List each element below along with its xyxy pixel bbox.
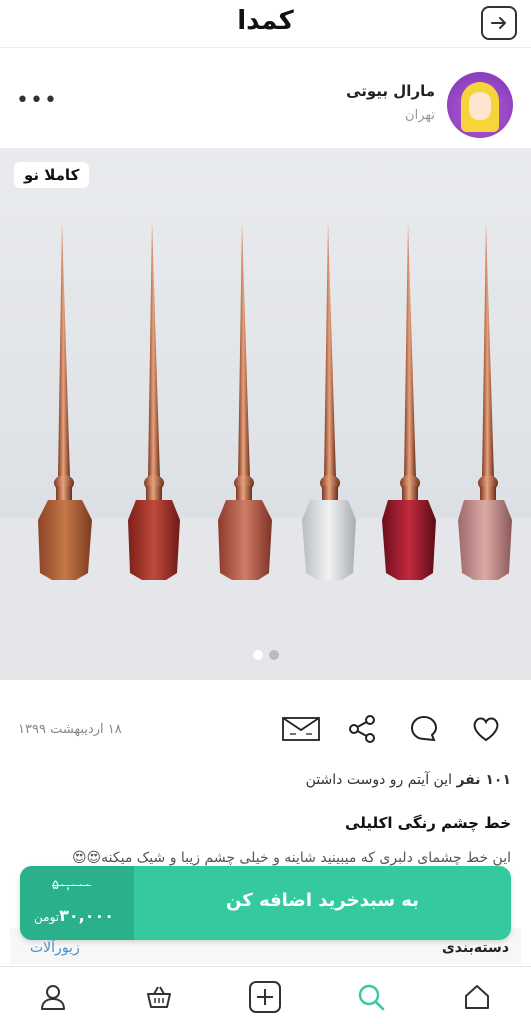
seller-name[interactable]: مارال بیوتی — [346, 82, 435, 100]
home-icon — [465, 985, 489, 1009]
seller-avatar[interactable] — [447, 72, 513, 138]
nav-basket[interactable] — [141, 981, 177, 1013]
add-to-cart-label: به سبدخرید اضافه کن — [226, 890, 419, 911]
nav-add[interactable] — [247, 981, 283, 1013]
profile-icon — [41, 985, 65, 1010]
comment-button[interactable] — [407, 712, 441, 746]
category-link[interactable]: زیورآلات — [30, 940, 80, 956]
share-icon — [349, 715, 375, 743]
post-actions: ۱۸ اردیبهشت ۱۳۹۹ — [0, 708, 531, 752]
nav-search[interactable] — [353, 981, 389, 1013]
post-date: ۱۸ اردیبهشت ۱۳۹۹ — [18, 722, 122, 737]
search-icon — [358, 984, 385, 1011]
add-icon — [249, 981, 281, 1013]
nav-profile[interactable] — [35, 981, 71, 1013]
comment-icon — [410, 715, 438, 742]
carousel-dot[interactable] — [252, 650, 263, 660]
add-to-cart-button[interactable]: ۵۰,۰۰۰ ۳۰,۰۰۰تومن به سبدخرید اضافه کن — [20, 866, 511, 940]
nav-home[interactable] — [459, 981, 495, 1013]
like-button[interactable] — [469, 712, 503, 746]
condition-badge: کاملا نو — [14, 162, 90, 188]
price-box: ۵۰,۰۰۰ ۳۰,۰۰۰تومن — [20, 866, 134, 940]
bottom-navigation — [0, 966, 531, 1024]
seller-city: تهران — [405, 108, 435, 123]
currency-label: تومن — [34, 910, 60, 924]
likes-count: ۱۰۱ نفر — [456, 772, 511, 788]
app-logo[interactable]: کمدا — [0, 6, 531, 36]
product-title: خط چشم رنگی اکلیلی — [345, 814, 511, 832]
product-description: این خط چشمای دلبری که میبینید شاینه و خی… — [71, 850, 511, 866]
eyeliner-bottles-image — [0, 221, 531, 680]
carousel-dot[interactable] — [268, 650, 279, 660]
product-photo[interactable]: کاملا نو — [0, 148, 531, 680]
basket-icon — [147, 986, 171, 1008]
new-price: ۳۰,۰۰۰تومن — [34, 906, 114, 925]
envelope-icon — [282, 717, 320, 741]
more-options-button[interactable]: ••• — [16, 88, 58, 113]
seller-header: مارال بیوتی تهران ••• — [0, 58, 531, 146]
share-button[interactable] — [345, 712, 379, 746]
carousel-dots[interactable] — [0, 650, 531, 660]
likes-text: این آیتم رو دوست داشتن — [305, 772, 457, 788]
heart-icon — [473, 717, 499, 742]
old-price: ۵۰,۰۰۰ — [52, 878, 92, 893]
likes-summary[interactable]: ۱۰۱ نفر این آیتم رو دوست داشتن — [306, 772, 511, 788]
message-button[interactable] — [281, 712, 321, 746]
category-label: دسته‌بندی — [441, 940, 509, 956]
new-price-value: ۳۰,۰۰۰ — [59, 906, 115, 925]
top-bar: کمدا — [0, 0, 531, 48]
